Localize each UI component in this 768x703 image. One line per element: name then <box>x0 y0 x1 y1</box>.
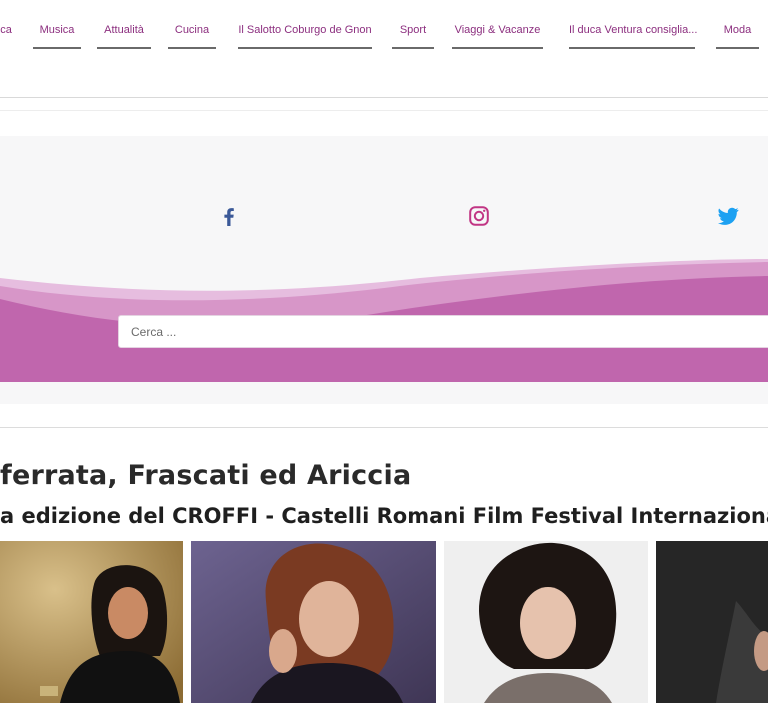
portrait-image <box>656 541 768 703</box>
nav-item-cucina[interactable]: Cucina <box>168 24 216 49</box>
nav-item-attualita[interactable]: Attualità <box>97 24 151 49</box>
nav-item-salotto[interactable]: Il Salotto Coburgo de Gnon <box>238 24 372 49</box>
search-box <box>118 315 768 348</box>
search-input[interactable] <box>119 316 768 347</box>
nav-item-partial[interactable]: ca <box>0 24 12 36</box>
nav-item-viaggi[interactable]: Viaggi & Vacanze <box>452 24 543 49</box>
main-navigation: ca Musica Attualità Cucina Il Salotto Co… <box>0 0 768 60</box>
nav-item-duca[interactable]: Il duca Ventura consiglia... <box>569 24 697 49</box>
actress-photo[interactable] <box>0 541 183 703</box>
actor-photo[interactable] <box>656 541 768 703</box>
nav-item-sport[interactable]: Sport <box>392 24 434 49</box>
portrait-image <box>0 541 183 703</box>
nav-item-moda[interactable]: Moda <box>716 24 759 49</box>
article-subtitle: a edizione del CROFFI - Castelli Romani … <box>0 504 768 528</box>
actress-photo[interactable] <box>191 541 436 703</box>
divider <box>0 97 768 98</box>
nav-item-musica[interactable]: Musica <box>33 24 81 49</box>
portrait-image <box>444 541 648 703</box>
article-title[interactable]: ferrata, Frascati ed Ariccia <box>0 460 411 491</box>
divider <box>0 427 768 428</box>
decorative-wave <box>0 259 768 404</box>
actress-photo[interactable] <box>444 541 648 703</box>
divider <box>0 110 768 111</box>
header-banner <box>0 136 768 404</box>
portrait-image <box>191 541 436 703</box>
